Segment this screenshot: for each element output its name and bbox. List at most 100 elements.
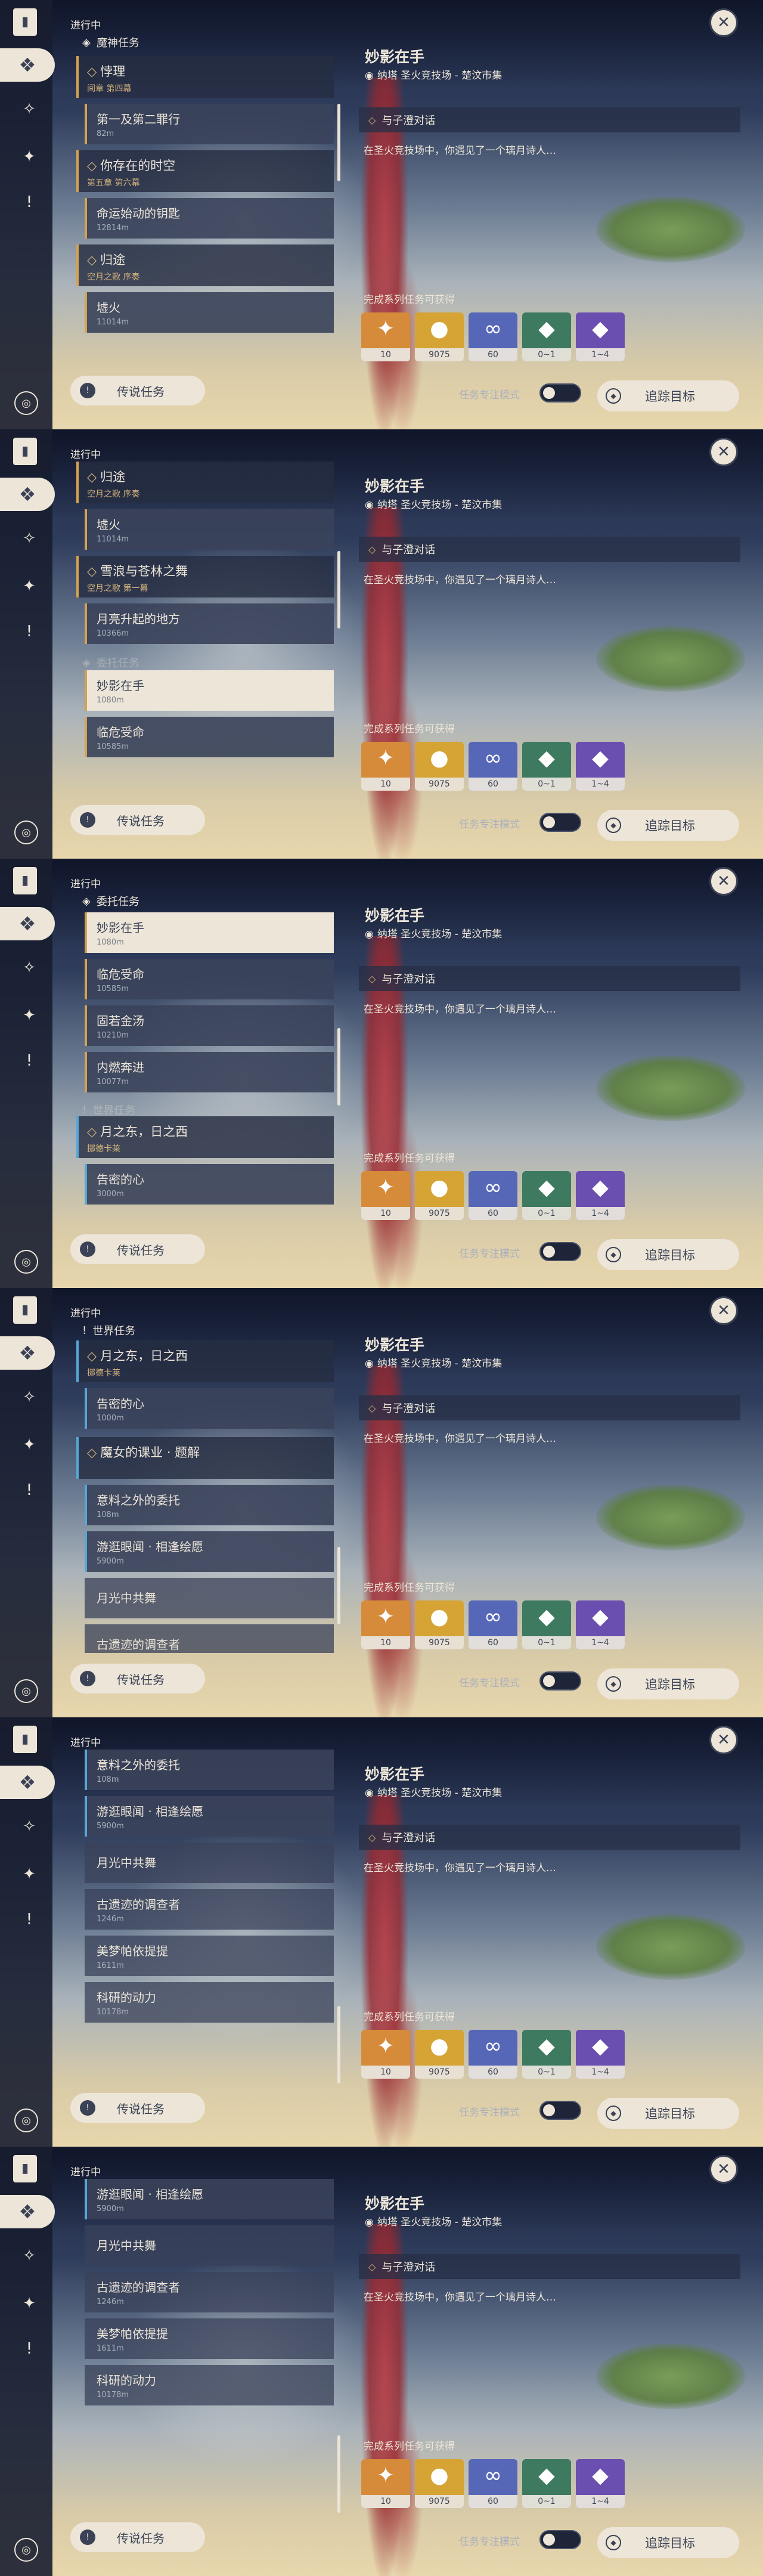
compass-icon[interactable]: ❖ xyxy=(0,2195,55,2228)
quest-item[interactable]: 第一及第二罪行82m◉ xyxy=(85,104,334,144)
close-icon[interactable]: ✕ xyxy=(709,2155,738,2184)
book-icon[interactable]: ▮ xyxy=(13,438,37,465)
reward-adventure-exp[interactable]: ✦ 10 xyxy=(361,1600,410,1649)
chapter-item[interactable]: ◇ 悖理 间章 第四幕 xyxy=(76,56,334,98)
book-icon[interactable]: ▮ xyxy=(13,1726,37,1753)
close-icon[interactable]: ✕ xyxy=(709,8,738,37)
exclamation-icon[interactable]: ! xyxy=(15,1906,43,1933)
track-target-button[interactable]: ◆ 追踪目标 xyxy=(597,810,739,841)
quest-item[interactable]: 妙影在手 1080m xyxy=(85,670,334,711)
diamond-icon[interactable]: ✧ xyxy=(15,525,43,552)
reward-mora[interactable]: ● 9075 xyxy=(415,312,464,361)
quest-item[interactable]: 临危受命 10585m xyxy=(85,717,334,757)
chapter-item[interactable]: ◇ 月之东，日之西 挪德卡莱 xyxy=(76,1340,334,1382)
chapter-item[interactable]: ◇ 归途 空月之歌 序奏 xyxy=(76,244,334,286)
quest-item[interactable]: 游逛眼闻 · 相逢绘愿5900m◉ xyxy=(85,1796,334,1837)
quest-item[interactable]: 月光中共舞◉ xyxy=(85,1843,334,1883)
quest-item[interactable]: 月亮升起的地方10366m◉ xyxy=(85,603,334,644)
track-target-button[interactable]: ◆ 追踪目标 xyxy=(597,2527,739,2558)
reward-amethyst-ore[interactable]: ◆ 1~4 xyxy=(576,2030,625,2079)
reward-hero-wit[interactable]: ∞ 60 xyxy=(469,1171,517,1220)
book-icon[interactable]: ▮ xyxy=(13,8,37,36)
quest-item[interactable]: 内燃奔进 10077m xyxy=(85,1052,334,1092)
focus-mode-toggle[interactable] xyxy=(539,1671,581,1690)
reward-hero-wit[interactable]: ∞ 60 xyxy=(469,312,517,361)
star-icon[interactable]: ✦ xyxy=(15,1431,43,1459)
quest-item[interactable]: 科研的动力10178m◉ xyxy=(85,1982,334,2023)
reward-amethyst-ore[interactable]: ◆ 1~4 xyxy=(576,1600,625,1649)
quest-item[interactable]: 美梦帕依提提1611m◉ xyxy=(85,1936,334,1976)
compass-icon[interactable]: ❖ xyxy=(0,907,55,940)
reward-mora[interactable]: ● 9075 xyxy=(415,2030,464,2079)
chapter-item[interactable]: ◇ 雪浪与苍林之舞 空月之歌 第一幕 xyxy=(76,556,334,597)
quest-item[interactable]: 意料之外的委托108m◉ xyxy=(85,1485,334,1525)
close-icon[interactable]: ✕ xyxy=(709,867,738,896)
list-scrollbar[interactable] xyxy=(337,1547,340,1624)
reward-hero-wit[interactable]: ∞ 60 xyxy=(469,2030,517,2079)
track-target-button[interactable]: ◆ 追踪目标 xyxy=(597,1239,739,1270)
compass-icon[interactable]: ❖ xyxy=(0,478,55,511)
reward-crystal-chunk[interactable]: ◆ 0~1 xyxy=(522,1600,571,1649)
list-scrollbar[interactable] xyxy=(337,551,340,628)
focus-mode-toggle[interactable] xyxy=(539,1242,581,1261)
reward-mora[interactable]: ● 9075 xyxy=(415,1171,464,1220)
camera-icon[interactable]: ◎ xyxy=(14,1679,38,1703)
list-scrollbar[interactable] xyxy=(337,2435,340,2513)
camera-icon[interactable]: ◎ xyxy=(14,821,38,844)
reward-mora[interactable]: ● 9075 xyxy=(415,2459,464,2508)
chapter-item[interactable]: ◇ 你存在的时空 第五章 第六幕 xyxy=(76,150,334,192)
star-icon[interactable]: ✦ xyxy=(15,1860,43,1888)
list-scrollbar[interactable] xyxy=(337,1028,340,1106)
diamond-icon[interactable]: ✧ xyxy=(15,954,43,982)
category-header[interactable]: ! 世界任务 xyxy=(74,1320,334,1340)
star-icon[interactable]: ✦ xyxy=(15,572,43,600)
chapter-item[interactable]: ◇ 月之东，日之西 挪德卡莱 xyxy=(76,1116,334,1158)
reward-crystal-chunk[interactable]: ◆ 0~1 xyxy=(522,1171,571,1220)
camera-icon[interactable]: ◎ xyxy=(14,2109,38,2132)
compass-icon[interactable]: ❖ xyxy=(0,48,55,82)
chapter-item[interactable]: ◇ 魔女的课业 · 题解 xyxy=(76,1437,334,1479)
legend-quest-button[interactable]: ! 传说任务 xyxy=(70,1234,205,1264)
exclamation-icon[interactable]: ! xyxy=(15,2335,43,2363)
diamond-icon[interactable]: ✧ xyxy=(15,2242,43,2270)
quest-item[interactable]: 告密的心3000m◉ xyxy=(85,1164,334,1205)
quest-item[interactable]: 意料之外的委托108m◉ xyxy=(85,1750,334,1790)
book-icon[interactable]: ▮ xyxy=(13,1296,37,1324)
reward-amethyst-ore[interactable]: ◆ 1~4 xyxy=(576,1171,625,1220)
category-header[interactable]: ◈ 委托任务 xyxy=(74,652,334,673)
quest-item[interactable]: 月光中共舞◉ xyxy=(85,1578,334,1618)
diamond-icon[interactable]: ✧ xyxy=(15,1383,43,1411)
reward-crystal-chunk[interactable]: ◆ 0~1 xyxy=(522,2459,571,2508)
track-target-button[interactable]: ◆ 追踪目标 xyxy=(597,1668,739,1699)
star-icon[interactable]: ✦ xyxy=(15,1002,43,1029)
quest-item[interactable]: 科研的动力10178m◉ xyxy=(85,2365,334,2405)
legend-quest-button[interactable]: ! 传说任务 xyxy=(70,2093,205,2123)
quest-item[interactable]: 固若金汤 10210m xyxy=(85,1005,334,1046)
quest-item[interactable]: 告密的心1000m◉ xyxy=(85,1388,334,1429)
reward-hero-wit[interactable]: ∞ 60 xyxy=(469,742,517,791)
diamond-icon[interactable]: ✧ xyxy=(15,95,43,123)
category-header[interactable]: ◈ 魔神任务 xyxy=(74,32,334,52)
track-target-button[interactable]: ◆ 追踪目标 xyxy=(597,2098,739,2129)
legend-quest-button[interactable]: ! 传说任务 xyxy=(70,1664,205,1693)
reward-adventure-exp[interactable]: ✦ 10 xyxy=(361,2030,410,2079)
book-icon[interactable]: ▮ xyxy=(13,867,37,894)
exclamation-icon[interactable]: ! xyxy=(15,188,43,216)
quest-item[interactable]: 美梦帕依提提1611m◉ xyxy=(85,2318,334,2359)
camera-icon[interactable]: ◎ xyxy=(14,1250,38,1274)
close-icon[interactable]: ✕ xyxy=(709,1726,738,1754)
close-icon[interactable]: ✕ xyxy=(709,438,738,466)
legend-quest-button[interactable]: ! 传说任务 xyxy=(70,805,205,835)
reward-crystal-chunk[interactable]: ◆ 0~1 xyxy=(522,2030,571,2079)
reward-mora[interactable]: ● 9075 xyxy=(415,742,464,791)
reward-amethyst-ore[interactable]: ◆ 1~4 xyxy=(576,312,625,361)
chapter-item[interactable]: ◇ 归途 空月之歌 序奏 xyxy=(76,462,334,503)
book-icon[interactable]: ▮ xyxy=(13,2155,37,2182)
reward-adventure-exp[interactable]: ✦ 10 xyxy=(361,1171,410,1220)
reward-mora[interactable]: ● 9075 xyxy=(415,1600,464,1649)
quest-item[interactable]: 游逛眼闻 · 相逢绘愿5900m◉ xyxy=(85,2179,334,2219)
quest-item[interactable]: 古遗迹的调查者1246m◉ xyxy=(85,1889,334,1930)
star-icon[interactable]: ✦ xyxy=(15,2290,43,2317)
close-icon[interactable]: ✕ xyxy=(709,1296,738,1325)
diamond-icon[interactable]: ✧ xyxy=(15,1813,43,1840)
